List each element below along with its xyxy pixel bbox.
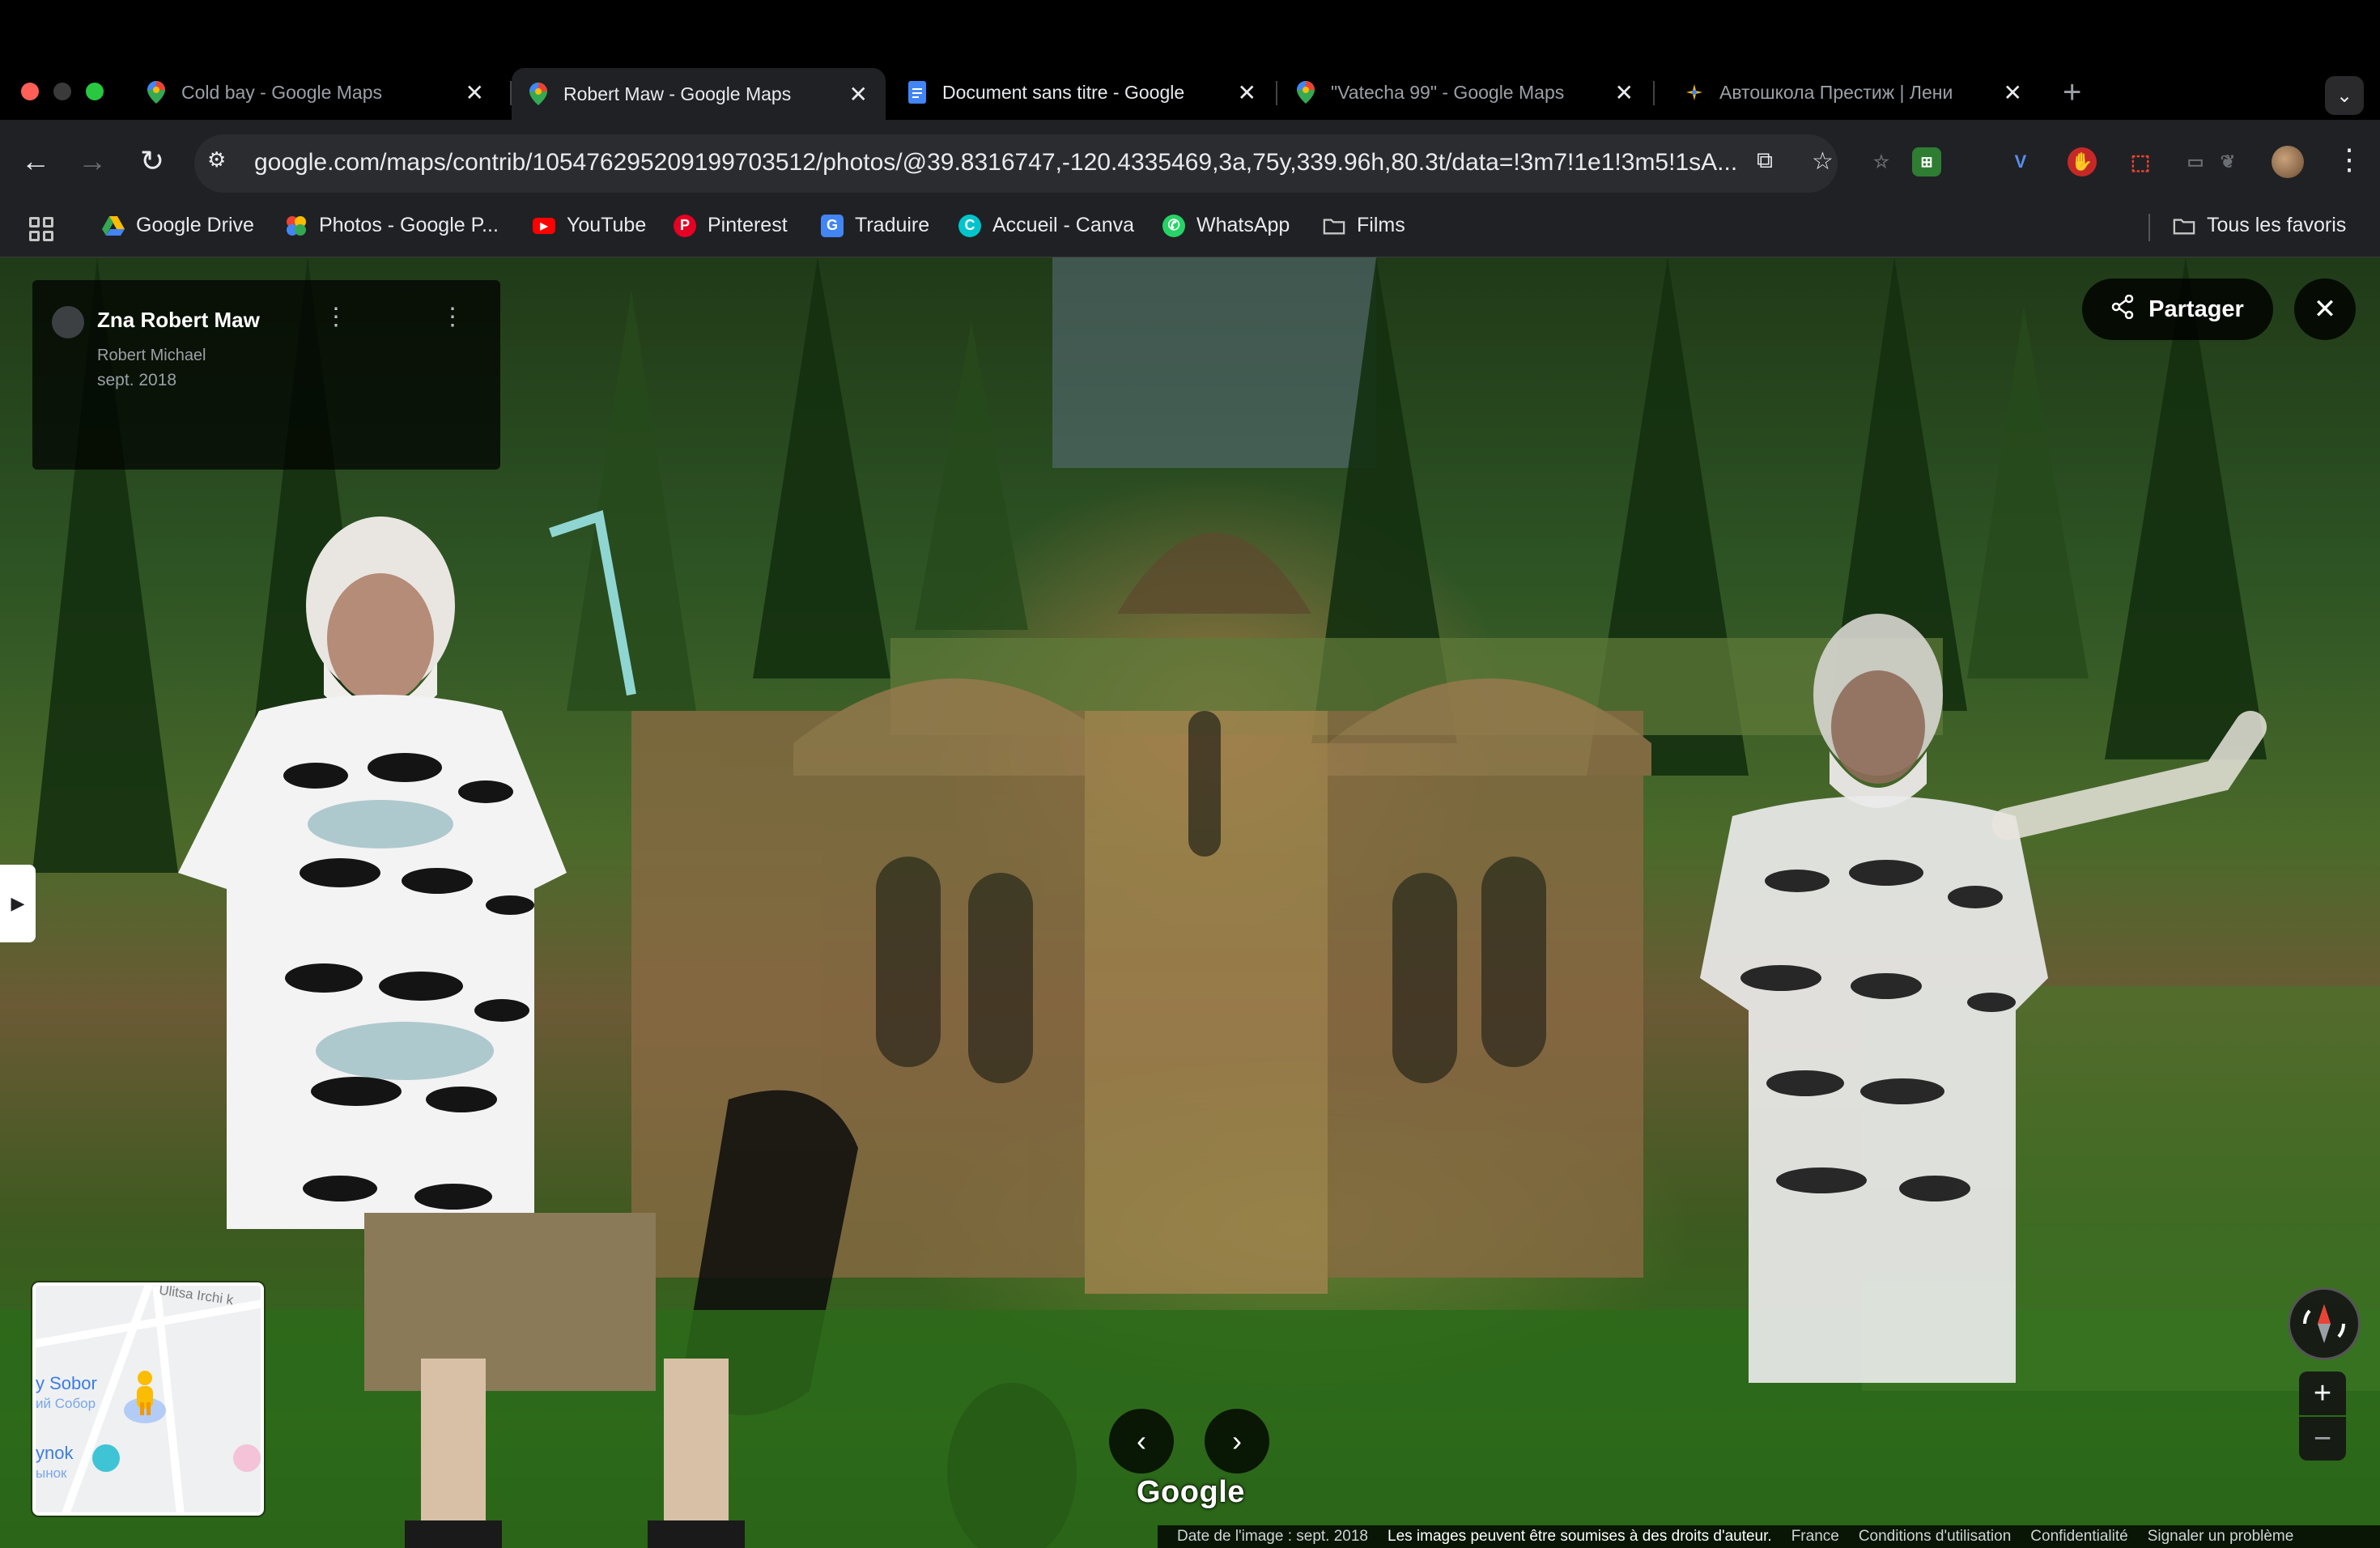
close-icon[interactable]: ✕ (849, 81, 868, 108)
terms-link[interactable]: Conditions d'utilisation (1859, 1528, 2011, 1546)
tab-strip: Cold bay - Google Maps ✕ Robert Maw - Go… (0, 0, 2380, 121)
google-maps-pin-icon (146, 81, 167, 104)
reload-icon[interactable]: ↻ (133, 144, 172, 178)
tab-document-sans-titre[interactable]: Document sans titre - Google ✕ (890, 70, 1274, 115)
share-button[interactable]: Partager (2082, 279, 2273, 340)
new-tab-button[interactable]: + (2063, 74, 2081, 111)
pinterest-icon: P (674, 214, 696, 237)
minimap-road-label: Ulitsa Irchi k (158, 1282, 235, 1308)
tab-autoschool[interactable]: Автошкола Престиж | Лени ✕ (1668, 70, 2040, 115)
close-icon: ✕ (2313, 294, 2337, 325)
contributor-avatar[interactable] (52, 306, 84, 338)
extension-adblock-icon[interactable]: ✋ (2068, 147, 2097, 176)
close-icon[interactable]: ✕ (1615, 79, 1634, 106)
contributor-name[interactable]: Zna Robert Maw (97, 308, 260, 333)
image-date-text: Date de l'image : sept. 2018 (1177, 1528, 1368, 1545)
place-pin-icon[interactable] (233, 1444, 261, 1472)
youtube-icon: ▶ (533, 217, 555, 234)
tab-robert-maw[interactable]: Robert Maw - Google Maps ✕ (512, 68, 886, 120)
extension-puzzle-icon[interactable]: ⬚ (2126, 147, 2155, 176)
extension-v-icon[interactable]: V (2006, 147, 2035, 176)
pano-previous-button[interactable]: ‹ (1109, 1409, 1174, 1474)
google-maps-pin-icon (528, 83, 549, 105)
shopping-cart-pin-icon[interactable] (92, 1444, 120, 1472)
window-minimize-button[interactable] (53, 83, 71, 100)
google-drive-icon (102, 215, 125, 237)
google-photos-icon (285, 215, 308, 237)
tab-divider (1276, 81, 1277, 105)
chevron-left-icon: ‹ (1137, 1424, 1146, 1457)
bookmark-films[interactable]: Films (1323, 214, 1405, 237)
minimap-place-label: y Sobor (36, 1373, 97, 1393)
close-icon[interactable]: ✕ (465, 79, 484, 106)
back-arrow-icon[interactable]: ← (16, 144, 55, 178)
contributor-subtitle: Robert Michael (97, 347, 206, 364)
google-docs-icon (907, 81, 928, 104)
whatsapp-icon: ✆ (1162, 214, 1185, 237)
tab-vatecha-99[interactable]: "Vatecha 99" - Google Maps ✕ (1279, 70, 1651, 115)
more-vert-icon[interactable]: ⋮ (440, 303, 465, 331)
tab-divider (1653, 81, 1655, 105)
bookmark-canva[interactable]: C Accueil - Canva (958, 214, 1134, 237)
close-viewer-button[interactable]: ✕ (2294, 279, 2356, 340)
pano-next-button[interactable]: › (1205, 1409, 1269, 1474)
copyright-text: Les images peuvent être soumises à des d… (1388, 1528, 1772, 1545)
chevron-right-icon: › (1232, 1424, 1242, 1457)
bookmark-google-drive[interactable]: Google Drive (102, 214, 254, 237)
minus-icon: − (2313, 1421, 2332, 1456)
privacy-link[interactable]: Confidentialité (2030, 1528, 2127, 1546)
bookmark-google-photos[interactable]: Photos - Google P... (285, 214, 499, 237)
profile-avatar[interactable] (2272, 146, 2304, 178)
tab-cold-bay[interactable]: Cold bay - Google Maps ✕ (130, 70, 502, 115)
bookmark-traduire[interactable]: G Traduire (821, 214, 929, 237)
all-bookmarks-button[interactable]: Tous les favoris (2173, 214, 2346, 237)
autoschool-icon (1684, 82, 1705, 103)
folder-icon (1323, 215, 1345, 237)
minimap[interactable]: Ulitsa Irchi k y Sobor ий Собор ynok ыно… (32, 1282, 264, 1516)
forward-arrow-icon[interactable]: → (73, 144, 112, 178)
bookmarks-divider (2148, 214, 2150, 241)
pegman-icon (124, 1371, 166, 1423)
country-link[interactable]: France (1791, 1528, 1839, 1546)
zoom-out-button[interactable]: − (2299, 1417, 2346, 1461)
compass-icon (2302, 1304, 2346, 1343)
bookmark-youtube[interactable]: ▶ YouTube (533, 214, 646, 237)
extension-rating-icon[interactable]: ☆ (1867, 147, 1896, 176)
google-translate-icon: G (821, 214, 844, 237)
bookmark-star-icon[interactable]: ☆ (1812, 147, 1834, 176)
more-menu-icon[interactable]: ⋮ (2335, 142, 2364, 176)
window-close-button[interactable] (21, 83, 39, 100)
more-vert-icon[interactable]: ⋮ (324, 303, 348, 331)
extension-leaf-icon[interactable]: ❦ (2213, 147, 2242, 176)
bookmark-pinterest[interactable]: P Pinterest (674, 214, 788, 237)
google-logo: Google (1137, 1475, 1245, 1509)
url-text[interactable]: google.com/maps/contrib/1054762952091997… (254, 149, 1760, 176)
close-icon[interactable]: ✕ (1238, 79, 1256, 106)
google-maps-pin-icon (1295, 81, 1316, 104)
apps-grid-icon[interactable] (29, 217, 53, 241)
minimap-place-label: ynok (36, 1443, 74, 1463)
minimap-place-sublabel: ий Собор (36, 1396, 96, 1411)
minimap-place-sublabel: ынок (36, 1465, 67, 1481)
install-app-icon[interactable]: ⧉ (1757, 147, 1773, 174)
viewer-footer: Date de l'image : sept. 2018 Les images … (1158, 1525, 2380, 1548)
plus-icon: + (2313, 1376, 2332, 1410)
bookmark-whatsapp[interactable]: ✆ WhatsApp (1162, 214, 1290, 237)
folder-icon (2173, 215, 2195, 237)
compass-control[interactable] (2288, 1287, 2361, 1360)
close-icon[interactable]: ✕ (2004, 79, 2022, 106)
window-zoom-button[interactable] (86, 83, 104, 100)
extension-sheets-icon[interactable]: ⊞ (1912, 147, 1941, 176)
side-panel-toggle[interactable]: ▶ (0, 865, 36, 942)
play-right-icon: ▶ (11, 893, 25, 913)
report-problem-link[interactable]: Signaler un problème (2148, 1528, 2294, 1546)
site-info-icon[interactable]: ⚙ (207, 147, 226, 172)
tab-search-button[interactable]: ⌄ (2325, 76, 2364, 115)
photo-date: sept. 2018 (97, 371, 177, 389)
zoom-in-button[interactable]: + (2299, 1372, 2346, 1415)
canva-icon: C (958, 214, 981, 237)
extension-screen-icon[interactable]: ▭ (2181, 147, 2210, 176)
share-icon (2111, 294, 2134, 325)
